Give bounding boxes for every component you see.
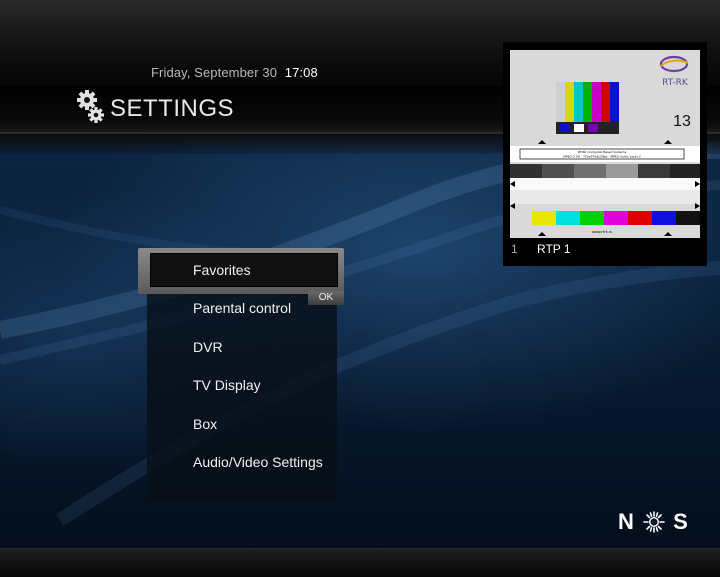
tv-preview-screen: RT-RK Computer Based Systems MPEG-2 SD -… [510, 50, 700, 238]
date-time: Friday, September 30 17:08 [151, 65, 318, 80]
ok-button[interactable]: OK [308, 291, 344, 305]
time-text: 17:08 [284, 65, 318, 80]
brand-letter-s: S [673, 509, 689, 535]
test-card-info-2: MPEG-2 SD - 720x576@25fps - MPEG Audio L… [563, 155, 641, 159]
date-text: Friday, September 30 [151, 65, 278, 80]
menu-item-favorites[interactable]: Favorites [193, 262, 251, 278]
test-card-image: RT-RK Computer Based Systems MPEG-2 SD -… [510, 50, 700, 238]
menu-item-tv-display[interactable]: TV Display [193, 377, 261, 393]
test-card-number: 13 [673, 113, 691, 130]
test-card-info-1: RT-RK Computer Based Systems [578, 150, 627, 154]
test-card-gray-steps [510, 164, 700, 178]
channel-number: 1 [511, 242, 518, 256]
test-card-url: www.rtrk.rs [592, 230, 612, 234]
nos-sun-icon [643, 511, 665, 533]
channel-name: RTP 1 [537, 242, 571, 256]
menu-item-box[interactable]: Box [193, 416, 217, 432]
test-card-bottom-bars [532, 211, 700, 225]
test-card-logo-text: RT-RK [662, 78, 689, 88]
menu-item-audio-video-settings[interactable]: Audio/Video Settings [193, 454, 323, 470]
page-title: SETTINGS [110, 95, 235, 122]
menu-item-dvr[interactable]: DVR [193, 339, 223, 355]
menu-item-parental-control[interactable]: Parental control [193, 300, 291, 316]
bottom-bar [0, 548, 720, 577]
nos-logo: N S [618, 508, 689, 535]
test-card-bars [556, 82, 619, 134]
brand-letter-n: N [618, 509, 635, 535]
gears-icon [77, 90, 104, 123]
